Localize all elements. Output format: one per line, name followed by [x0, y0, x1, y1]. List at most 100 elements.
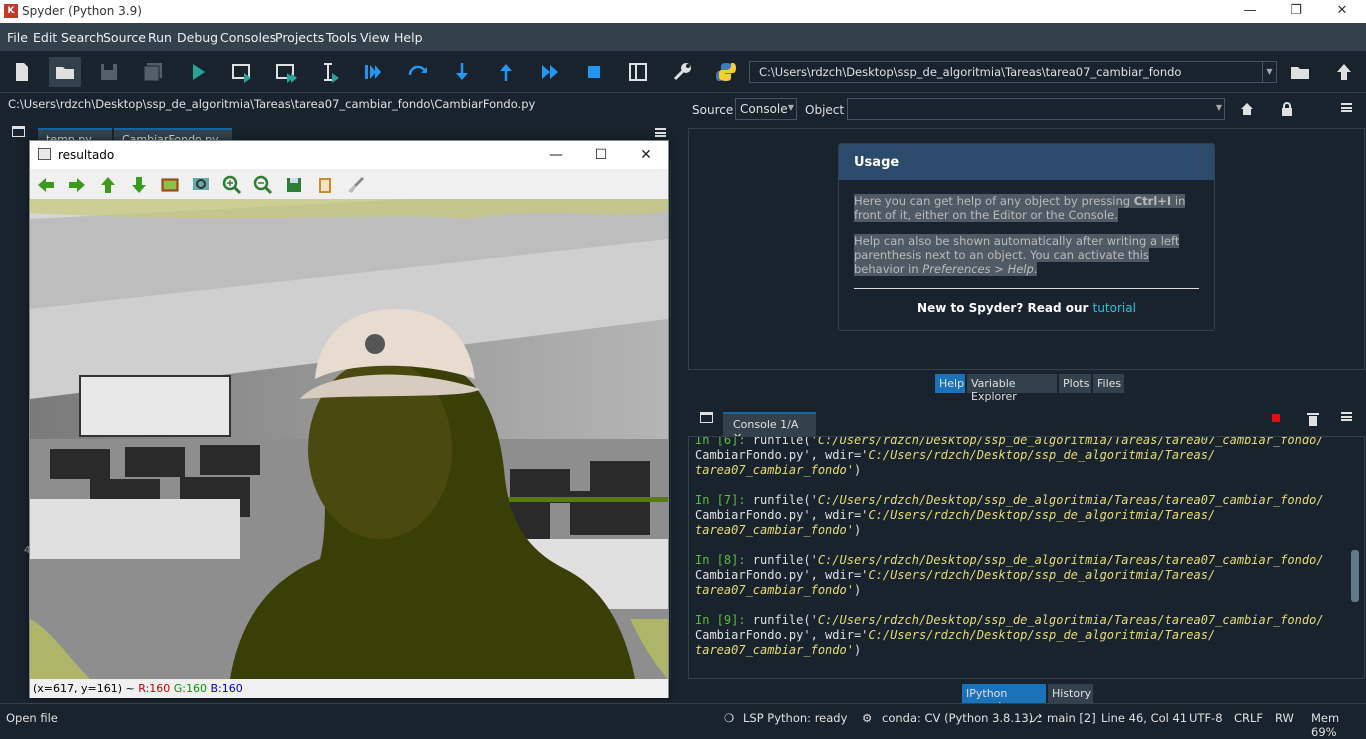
menu-file[interactable]: File	[7, 30, 28, 45]
step-into-icon[interactable]	[446, 57, 478, 87]
close-button[interactable]: ✕	[623, 141, 669, 169]
zoom-fit-icon[interactable]	[190, 174, 212, 196]
tab-plots[interactable]: Plots	[1059, 374, 1091, 393]
console-line: tarea07_cambiar_fondo')	[695, 643, 862, 657]
tab-ipython-console[interactable]: IPython console	[962, 684, 1046, 713]
menu-run[interactable]: Run	[148, 30, 172, 45]
usage-text: .	[1033, 262, 1038, 276]
home-icon[interactable]	[1240, 101, 1254, 120]
console-line: In [7]: runfile('C:/Users/rdzch/Desktop/…	[695, 493, 1324, 507]
run-cell-advance-icon[interactable]	[270, 57, 302, 87]
arrow-left-icon[interactable]	[35, 174, 57, 196]
editor-options-icon[interactable]	[655, 128, 666, 137]
chevron-down-icon[interactable]: ▼	[1262, 62, 1276, 82]
chevron-down-icon: ▼	[1215, 103, 1222, 112]
menu-projects[interactable]: Projects	[275, 30, 324, 45]
save-image-icon[interactable]	[283, 174, 305, 196]
menu-source[interactable]: Source	[103, 30, 146, 45]
menu-bar: File Edit Search Source Run Debug Consol…	[0, 23, 1366, 51]
chevron-down-icon: ▼	[787, 103, 794, 112]
menu-tools[interactable]: Tools	[326, 30, 357, 45]
stop-icon[interactable]	[578, 57, 610, 87]
interrupt-kernel-icon[interactable]	[1272, 414, 1280, 422]
menu-edit[interactable]: Edit	[33, 30, 57, 45]
line-endings: CRLF	[1234, 711, 1264, 725]
zoom-out-icon[interactable]	[252, 174, 274, 196]
console-options-icon[interactable]	[1341, 412, 1352, 421]
usage-title: Usage	[839, 144, 1214, 180]
window-title: Spyder (Python 3.9)	[22, 4, 142, 18]
help-toolbar: Source Console ▼ Object ▼	[688, 95, 1365, 125]
conda-env[interactable]: conda: CV (Python 3.8.13)	[882, 711, 1033, 725]
pixel-green-value: G:160	[173, 682, 207, 695]
maximize-pane-icon[interactable]	[622, 57, 654, 87]
lock-icon[interactable]	[1280, 101, 1294, 120]
zoom-in-icon[interactable]	[221, 174, 243, 196]
open-file-icon[interactable]	[49, 57, 81, 87]
save-icon[interactable]	[93, 57, 125, 87]
ipython-console[interactable]: In [6]: runfile('C:/Users/rdzch/Desktop/…	[688, 436, 1365, 679]
tutorial-link[interactable]: tutorial	[1093, 301, 1136, 315]
step-over-icon[interactable]	[402, 57, 434, 87]
minimize-button[interactable]: —	[1227, 0, 1273, 23]
run-cell-icon[interactable]	[226, 57, 258, 87]
arrow-right-icon[interactable]	[66, 174, 88, 196]
close-button[interactable]: ✕	[1319, 0, 1365, 23]
usage-body: Here you can get help of any object by p…	[839, 180, 1214, 329]
console-scrollbar[interactable]	[1348, 445, 1362, 673]
menu-debug[interactable]: Debug	[177, 30, 218, 45]
working-directory-combo[interactable]: C:\Users\rdzch\Desktop\ssp_de_algoritmia…	[749, 61, 1277, 83]
python-path-icon[interactable]	[710, 57, 742, 87]
run-icon[interactable]	[182, 57, 214, 87]
tab-help[interactable]: Help	[935, 374, 965, 393]
git-branch[interactable]: main [2]	[1047, 711, 1096, 725]
menu-consoles[interactable]: Consoles	[220, 30, 276, 45]
help-options-icon[interactable]	[1341, 103, 1352, 112]
step-return-icon[interactable]	[490, 57, 522, 87]
restore-button[interactable]: ❐	[1273, 0, 1319, 23]
pixel-coordinates: (x=617, y=161) ~	[33, 682, 139, 695]
tab-variable-explorer[interactable]: Variable Explorer	[967, 374, 1057, 403]
parent-directory-icon[interactable]	[1328, 57, 1360, 87]
arrow-up-icon[interactable]	[97, 174, 119, 196]
console-line: In [6]: runfile('C:/Users/rdzch/Desktop/…	[695, 436, 1324, 447]
arrow-down-icon[interactable]	[128, 174, 150, 196]
editor-file-path: C:\Users\rdzch\Desktop\ssp_de_algoritmia…	[8, 97, 536, 111]
maximize-button[interactable]: ☐	[578, 141, 624, 169]
lsp-status[interactable]: LSP Python: ready	[743, 711, 847, 725]
tab-history[interactable]: History	[1048, 684, 1093, 703]
working-directory-value: C:\Users\rdzch\Desktop\ssp_de_algoritmia…	[759, 65, 1182, 79]
run-selection-icon[interactable]	[314, 57, 346, 87]
browse-folder-icon[interactable]	[1284, 57, 1316, 87]
usage-shortcut: Ctrl+I	[1133, 194, 1172, 208]
console-line: CambiarFondo.py', wdir='C:/Users/rdzch/D…	[695, 628, 1216, 642]
preferences-wrench-icon[interactable]	[666, 57, 698, 87]
window-icon	[38, 148, 51, 160]
save-all-icon[interactable]	[137, 57, 169, 87]
console-browser-icon[interactable]	[700, 412, 713, 423]
object-combo[interactable]: ▼	[847, 98, 1225, 120]
webcam-result-image[interactable]	[30, 199, 668, 679]
pixel-blue-value: B:160	[210, 682, 243, 695]
image-icon[interactable]	[159, 174, 181, 196]
preferences-path: Preferences > Help	[922, 262, 1034, 276]
minimize-button[interactable]: —	[533, 141, 579, 169]
memory-usage: Mem 69%	[1311, 711, 1340, 739]
menu-search[interactable]: Search	[61, 30, 104, 45]
debug-icon[interactable]	[357, 57, 389, 87]
source-combo[interactable]: Console ▼	[735, 98, 797, 120]
editor-scrollbar[interactable]	[670, 160, 678, 680]
object-label: Object	[805, 103, 845, 117]
tab-files[interactable]: Files	[1093, 374, 1124, 393]
status-message: Open file	[6, 711, 58, 725]
new-file-icon[interactable]	[6, 57, 38, 87]
continue-icon[interactable]	[534, 57, 566, 87]
trash-icon[interactable]	[1307, 411, 1319, 430]
menu-view[interactable]: View	[360, 30, 390, 45]
opencv-title-bar: resultado — ☐ ✕	[30, 141, 668, 169]
console-line: CambiarFondo.py', wdir='C:/Users/rdzch/D…	[695, 568, 1216, 582]
copy-clipboard-icon[interactable]	[314, 174, 336, 196]
tab-console-1a[interactable]: Console 1/A ✕	[723, 412, 816, 444]
menu-help[interactable]: Help	[394, 30, 423, 45]
properties-brush-icon[interactable]	[345, 174, 367, 196]
